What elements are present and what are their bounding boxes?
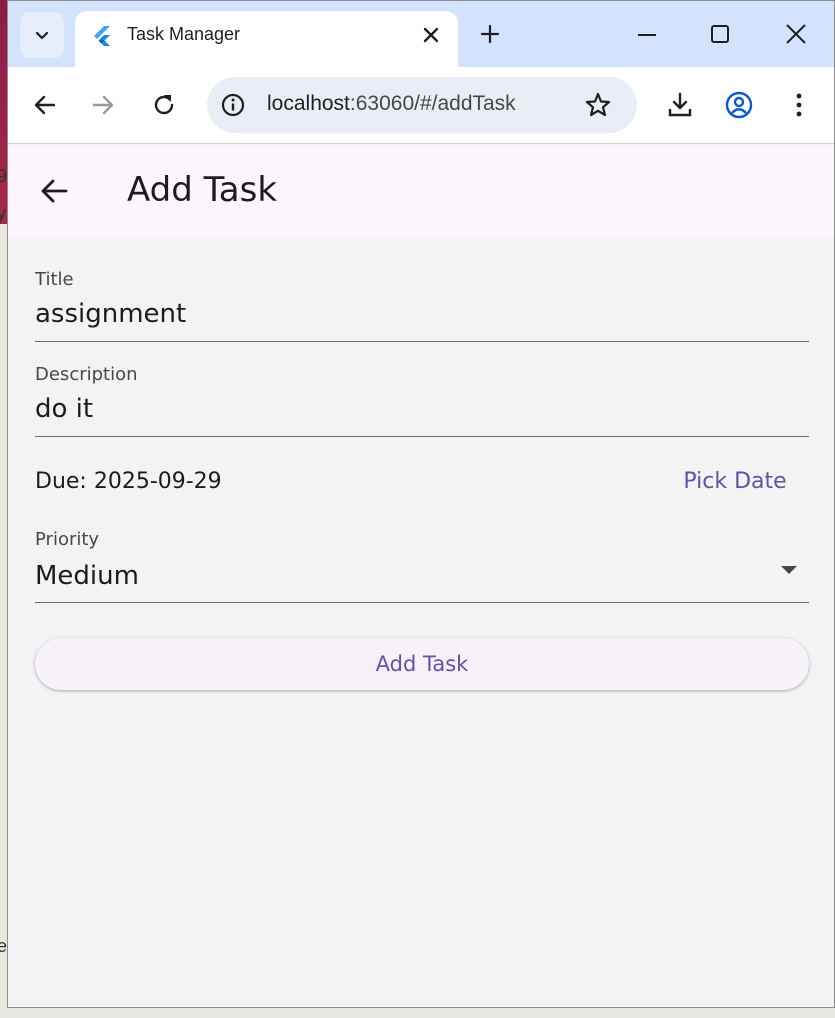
- url-text[interactable]: localhost:63060/#/addTask: [267, 92, 516, 116]
- tab-title: Task Manager: [127, 24, 241, 44]
- url-path: :63060/#/addTask: [349, 92, 516, 115]
- desktop-partial-text: y: [0, 203, 6, 223]
- priority-selected-value[interactable]: Medium: [35, 561, 139, 591]
- arrow-forward-icon[interactable]: [89, 91, 117, 119]
- due-date-text: Due: 2025-09-29: [35, 469, 222, 494]
- app-bar: Add Task: [8, 145, 834, 237]
- priority-label: Priority: [35, 529, 100, 550]
- desktop-partial-text: e: [0, 936, 8, 956]
- download-icon[interactable]: [666, 91, 694, 119]
- arrow-drop-down-icon[interactable]: [779, 564, 799, 576]
- priority-dropdown[interactable]: Priority Medium: [35, 529, 809, 605]
- tab-search-button[interactable]: [20, 12, 64, 58]
- more-vert-icon[interactable]: [785, 91, 813, 119]
- title-field[interactable]: Title assignment: [35, 269, 809, 343]
- page-title: Add Task: [127, 170, 278, 210]
- profile-icon[interactable]: [725, 91, 753, 119]
- title-label: Title: [35, 269, 74, 290]
- chevron-down-icon: [35, 31, 49, 40]
- priority-underline: [35, 602, 809, 603]
- close-icon[interactable]: [784, 22, 808, 46]
- title-underline: [35, 341, 809, 342]
- minimize-icon[interactable]: [635, 22, 659, 46]
- maximize-icon[interactable]: [708, 22, 732, 46]
- arrow-back-icon[interactable]: [31, 91, 59, 119]
- desktop-partial-text: 9: [0, 166, 8, 186]
- info-icon[interactable]: [220, 92, 246, 118]
- arrow-back-icon[interactable]: [38, 175, 70, 207]
- description-field[interactable]: Description do it: [35, 364, 809, 438]
- title-input[interactable]: assignment: [35, 299, 186, 329]
- browser-window: Task Manager localhost:63060/#/addTask A…: [7, 0, 835, 1008]
- close-icon[interactable]: [419, 23, 443, 47]
- description-label: Description: [35, 364, 138, 385]
- description-input[interactable]: do it: [35, 394, 93, 424]
- plus-icon[interactable]: [478, 22, 502, 46]
- add-task-form: Title assignment Description do it Due: …: [8, 237, 834, 1007]
- flutter-logo-icon: [94, 26, 110, 46]
- browser-tab[interactable]: Task Manager: [75, 11, 458, 67]
- reload-icon[interactable]: [150, 91, 178, 119]
- add-task-button[interactable]: Add Task: [35, 638, 809, 690]
- url-host: localhost: [267, 92, 350, 115]
- pick-date-button[interactable]: Pick Date: [670, 457, 800, 505]
- star-icon[interactable]: [584, 91, 612, 119]
- tab-strip: Task Manager: [8, 1, 834, 67]
- address-bar[interactable]: localhost:63060/#/addTask: [207, 77, 637, 133]
- browser-toolbar: localhost:63060/#/addTask: [8, 67, 834, 144]
- description-underline: [35, 436, 809, 437]
